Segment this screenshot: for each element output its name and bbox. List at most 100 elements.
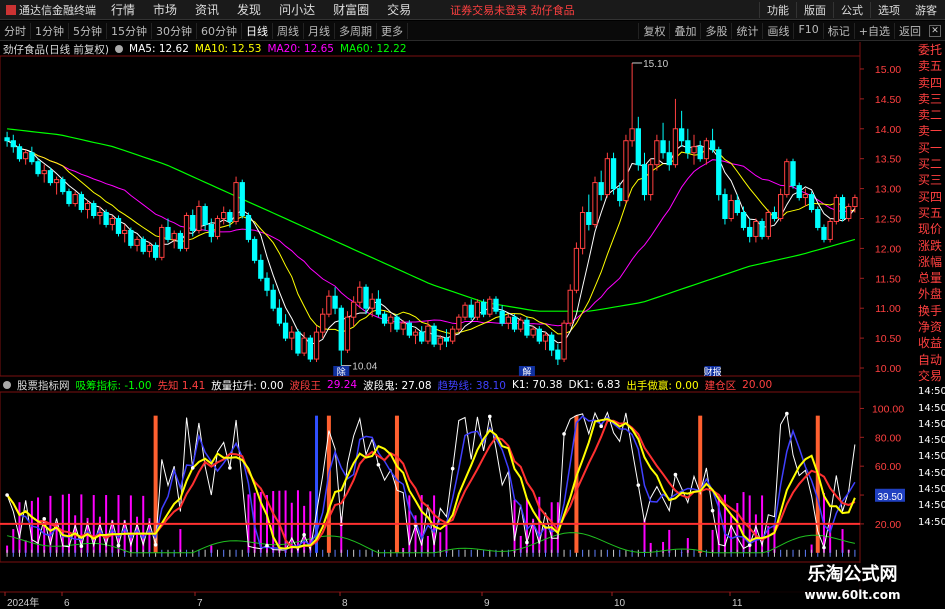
side-panel-item-9[interactable]: 买四 [918, 189, 945, 205]
side-panel-item-28[interactable]: 14:50 [918, 498, 945, 514]
candle-body [617, 188, 623, 202]
signal-bar-orange [698, 415, 703, 553]
price-tick-label: 15.00 [875, 64, 901, 76]
side-panel-item-21[interactable]: 14:50 [918, 384, 945, 400]
candle-body [567, 289, 573, 324]
side-panel-item-7[interactable]: 买二 [918, 156, 945, 172]
side-panel-item-16[interactable]: 换手 [918, 303, 945, 319]
side-panel-item-3[interactable]: 卖三 [918, 91, 945, 107]
candle-body [332, 295, 338, 309]
candle-body [839, 197, 846, 219]
candle-body [140, 238, 146, 252]
candle-body [852, 197, 858, 208]
side-panel-item-0[interactable]: 委托 [918, 42, 945, 58]
side-panel-item-26[interactable]: 14:50 [918, 466, 945, 482]
candle-body [790, 161, 796, 187]
date-tick-label: 6 [64, 598, 70, 609]
side-panel-item-24[interactable]: 14:50 [918, 433, 945, 449]
candle-body [152, 244, 159, 258]
candle-body [183, 215, 190, 249]
candle-body [406, 322, 413, 336]
side-panel-item-12[interactable]: 涨跌 [918, 238, 945, 254]
candle-body [245, 215, 252, 240]
side-panel-item-10[interactable]: 买五 [918, 205, 945, 221]
candle-body [716, 149, 722, 196]
ma10-line [6, 140, 855, 335]
candle-body [703, 140, 710, 160]
candle-body [846, 206, 852, 219]
ma60-line [7, 128, 856, 312]
candle-body [276, 307, 283, 324]
k1-dot [450, 466, 455, 471]
candle-body [734, 200, 740, 214]
candle-body [425, 325, 431, 342]
k1-dot [190, 466, 195, 470]
k1-dot [376, 462, 381, 467]
candle-body [487, 298, 493, 315]
candle-body [134, 238, 140, 246]
candle-body [66, 191, 72, 205]
k1-dot [822, 545, 826, 550]
candle-body [623, 140, 629, 202]
current-value-label: 39.50 [877, 492, 902, 503]
candle-body [47, 170, 54, 184]
side-panel-item-14[interactable]: 总量 [918, 270, 945, 286]
side-panel-item-8[interactable]: 买三 [918, 172, 945, 188]
side-panel-item-2[interactable]: 卖四 [918, 75, 945, 91]
chart-canvas[interactable]: 15.00 14.50 14.00 13.50 13.00 12.50 12.00 11.50… [0, 0, 945, 609]
side-panel-item-22[interactable]: 14:50 [918, 401, 945, 417]
candle-body [802, 194, 809, 199]
side-panel-item-18[interactable]: 收益 [918, 335, 945, 351]
candle-body [41, 170, 47, 175]
side-panel-item-17[interactable]: 净资 [918, 319, 945, 335]
price-tick-label: 13.00 [875, 184, 901, 196]
k1-dot [747, 543, 752, 547]
candle-body [449, 328, 456, 342]
candle-body [301, 337, 307, 354]
candle-body [122, 229, 128, 234]
candle-body [91, 203, 97, 216]
candle-body [499, 310, 505, 324]
candle-body [518, 319, 524, 330]
quote-side-panel: 委托 卖五 卖四 卖三 卖二 卖一 买一 买二 买三 买四 买五 现价 涨跌 涨幅 总量 外盘 换手 净资 收益 自动… [918, 42, 945, 609]
candle-body [555, 349, 561, 360]
side-panel-item-1[interactable]: 卖五 [918, 58, 945, 74]
side-panel-item-5[interactable]: 卖一 [918, 123, 945, 139]
side-panel-item-20[interactable]: 交易 [918, 368, 945, 384]
candle-body [221, 212, 227, 219]
candle-body [598, 182, 604, 196]
candle-body [586, 212, 592, 225]
candle-body [109, 217, 115, 225]
candle-body [350, 301, 357, 318]
candle-body [493, 298, 499, 312]
side-panel-item-19[interactable]: 自动 [918, 352, 945, 368]
side-panel-item-15[interactable]: 外盘 [918, 286, 945, 302]
date-tick-label: 11 [732, 598, 743, 609]
indicator-tick-label: 80.00 [875, 432, 901, 444]
side-panel-item-23[interactable]: 14:50 [918, 417, 945, 433]
candle-body [165, 226, 171, 240]
candle-body [579, 212, 586, 249]
side-panel-item-4[interactable]: 卖二 [918, 107, 945, 123]
candle-body [97, 212, 103, 216]
price-annotation-label: 10.04 [352, 362, 377, 373]
candle-body [35, 161, 41, 175]
candle-body [740, 212, 747, 228]
price-annotation-label: 15.10 [643, 59, 668, 70]
event-marker-label: 解 [522, 366, 531, 378]
candle-body [524, 319, 530, 336]
candle-body [115, 217, 122, 234]
side-panel-item-13[interactable]: 涨幅 [918, 254, 945, 270]
candle-body [233, 182, 239, 222]
side-panel-item-27[interactable]: 14:50 [918, 482, 945, 498]
candle-body [827, 220, 833, 240]
watermark-url: www.60lt.com [804, 588, 901, 602]
candle-body [419, 331, 425, 342]
ma5-line [6, 140, 856, 345]
k1-dot [42, 517, 47, 521]
candle-body [784, 161, 790, 196]
side-panel-item-11[interactable]: 现价 [918, 221, 945, 237]
side-panel-item-6[interactable]: 买一 [918, 140, 945, 156]
side-panel-item-29[interactable]: 14:50 [918, 515, 945, 531]
side-panel-item-25[interactable]: 14:50 [918, 449, 945, 465]
